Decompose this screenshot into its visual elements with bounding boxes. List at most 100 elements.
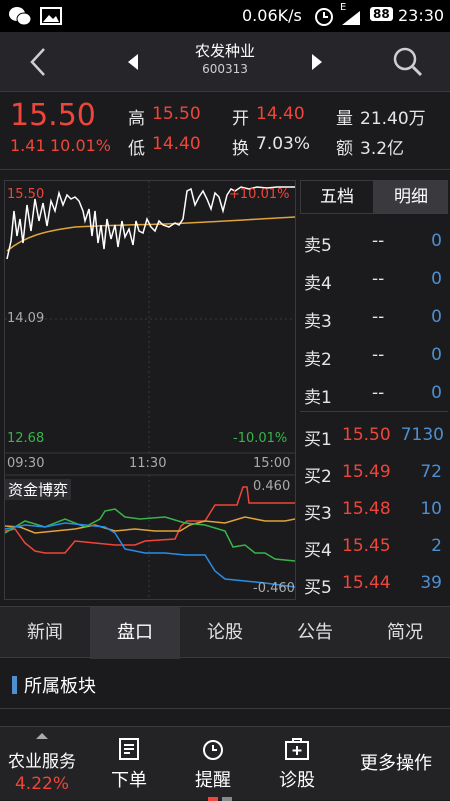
bid-label: 买3 [304,504,332,524]
bid-price: 15.45 [342,536,391,556]
ask-row-3: 卖3 -- 0 [300,298,448,336]
order-label: 下单 [111,770,147,791]
battery-icon: 88 [370,7,393,21]
bid-label: 买1 [304,430,332,450]
bid-price: 15.44 [342,573,391,593]
sector-shortcut[interactable]: 农业服务 4.22% [0,727,84,801]
status-bar: 0.06K/s E 88 23:30 [0,0,450,32]
time-axis-start: 09:30 [7,456,45,471]
time-axis-mid: 11:30 [129,456,167,471]
low-label: 低 [128,139,145,159]
turnover-label: 换 [232,139,249,159]
tab-discussion[interactable]: 论股 [180,607,270,659]
search-icon[interactable] [392,46,424,78]
sector-shortcut-pct: 4.22% [14,774,69,794]
stock-code: 600313 [202,62,248,76]
ask-label: 卖2 [304,350,332,370]
bid-list: 买1 15.50 7130 买2 15.49 72 买3 15.48 10 买4… [300,416,448,600]
bid-label: 买5 [304,578,332,598]
volume-label: 量 [336,109,353,129]
page-indicator [222,797,232,801]
diagnose-label: 诊股 [279,770,315,791]
tab-details[interactable]: 明细 [374,180,448,214]
y-axis-low: 12.68 [7,431,45,446]
bottom-bar: 农业服务 4.22% 下单 提醒 诊股 更多操作 [0,726,450,801]
ask-volume: 0 [431,345,442,365]
bid-row-3: 买3 15.48 10 [300,490,448,528]
tab-announcement[interactable]: 公告 [270,607,360,659]
tab-news[interactable]: 新闻 [0,607,90,659]
more-actions-button[interactable]: 更多操作 [344,727,448,801]
bid-price: 15.48 [342,499,391,519]
sector-shortcut-name: 农业服务 [8,752,76,772]
ask-volume: 0 [431,383,442,403]
sector-marker [12,676,17,694]
low-value: 14.40 [152,134,201,154]
bid-price: 15.50 [342,425,391,445]
current-price: 15.50 [10,98,96,133]
bid-label: 买2 [304,467,332,487]
back-icon[interactable] [26,46,50,78]
info-tabs: 新闻 盘口 论股 公告 简况 [0,606,450,659]
ask-price: -- [372,345,385,365]
amount-value: 3.2亿 [360,139,405,159]
ask-volume: 0 [431,307,442,327]
ask-label: 卖1 [304,388,332,408]
next-stock-icon[interactable] [310,52,324,72]
image-icon [40,7,62,25]
y-axis-mid: 14.09 [7,311,45,326]
fund-game-title: 资金博弈 [5,479,72,500]
ask-price: -- [372,383,385,403]
fund-blue-line [5,522,295,588]
bid-volume: 2 [431,536,442,556]
quote-panel: 15.50 1.41 10.01% 高 15.50 低 14.40 开 14.4… [0,92,450,170]
bid-label: 买4 [304,541,332,561]
ask-list: 卖5 -- 0 卖4 -- 0 卖3 -- 0 卖2 -- 0 卖1 -- 0 [300,222,448,412]
open-value: 14.40 [256,104,305,124]
time-axis-end: 15:00 [253,456,291,471]
price-change: 1.41 [10,136,46,155]
ask-label: 卖5 [304,236,332,256]
ask-volume: 0 [431,269,442,289]
volume-value: 21.40万 [360,109,426,129]
pct-axis-low: -10.01% [233,431,288,446]
ask-row-2: 卖2 -- 0 [300,336,448,374]
stock-name: 农发种业 [194,42,255,60]
alarm-icon [315,8,333,26]
alert-label: 提醒 [195,770,231,791]
clock: 23:30 [398,6,445,25]
diagnose-button[interactable]: 诊股 [258,727,336,801]
bid-row-2: 买2 15.49 72 [300,453,448,491]
intraday-chart[interactable]: 15.50 14.09 12.68 +10.01% -10.01% 09:30 … [4,180,296,600]
turnover-value: 7.03% [256,134,311,154]
tab-five-levels[interactable]: 五档 [300,180,374,214]
bid-volume: 10 [420,499,442,519]
order-button[interactable]: 下单 [90,727,168,801]
bid-volume: 7130 [400,425,444,445]
nav-bar: 农发种业 600313 [0,32,450,92]
high-label: 高 [128,109,145,129]
open-label: 开 [232,109,249,129]
ask-row-4: 卖4 -- 0 [300,260,448,298]
medical-kit-icon [285,738,309,760]
order-book: 五档 明细 卖5 -- 0 卖4 -- 0 卖3 -- 0 卖2 -- 0 卖1… [300,180,448,600]
pct-axis-high: +10.01% [229,187,290,202]
tab-profile[interactable]: 简况 [360,607,450,659]
prev-stock-icon[interactable] [126,52,140,72]
ask-label: 卖4 [304,274,332,294]
alarm-clock-icon [203,740,223,760]
ask-price: -- [372,231,385,251]
bid-price: 15.49 [342,462,391,482]
tab-market[interactable]: 盘口 [90,607,180,659]
order-icon [119,738,139,760]
signal-icon [342,11,360,25]
sector-section: 所属板块 [0,659,450,709]
y-axis-high: 15.50 [7,187,45,202]
bid-row-1: 买1 15.50 7130 [300,416,448,454]
alert-button[interactable]: 提醒 [174,727,252,801]
fund-axis-low: -0.460 [253,581,295,596]
amount-label: 额 [336,139,353,159]
avg-price-line [6,216,295,252]
ask-row-5: 卖5 -- 0 [300,222,448,260]
wechat-icon [9,7,32,26]
